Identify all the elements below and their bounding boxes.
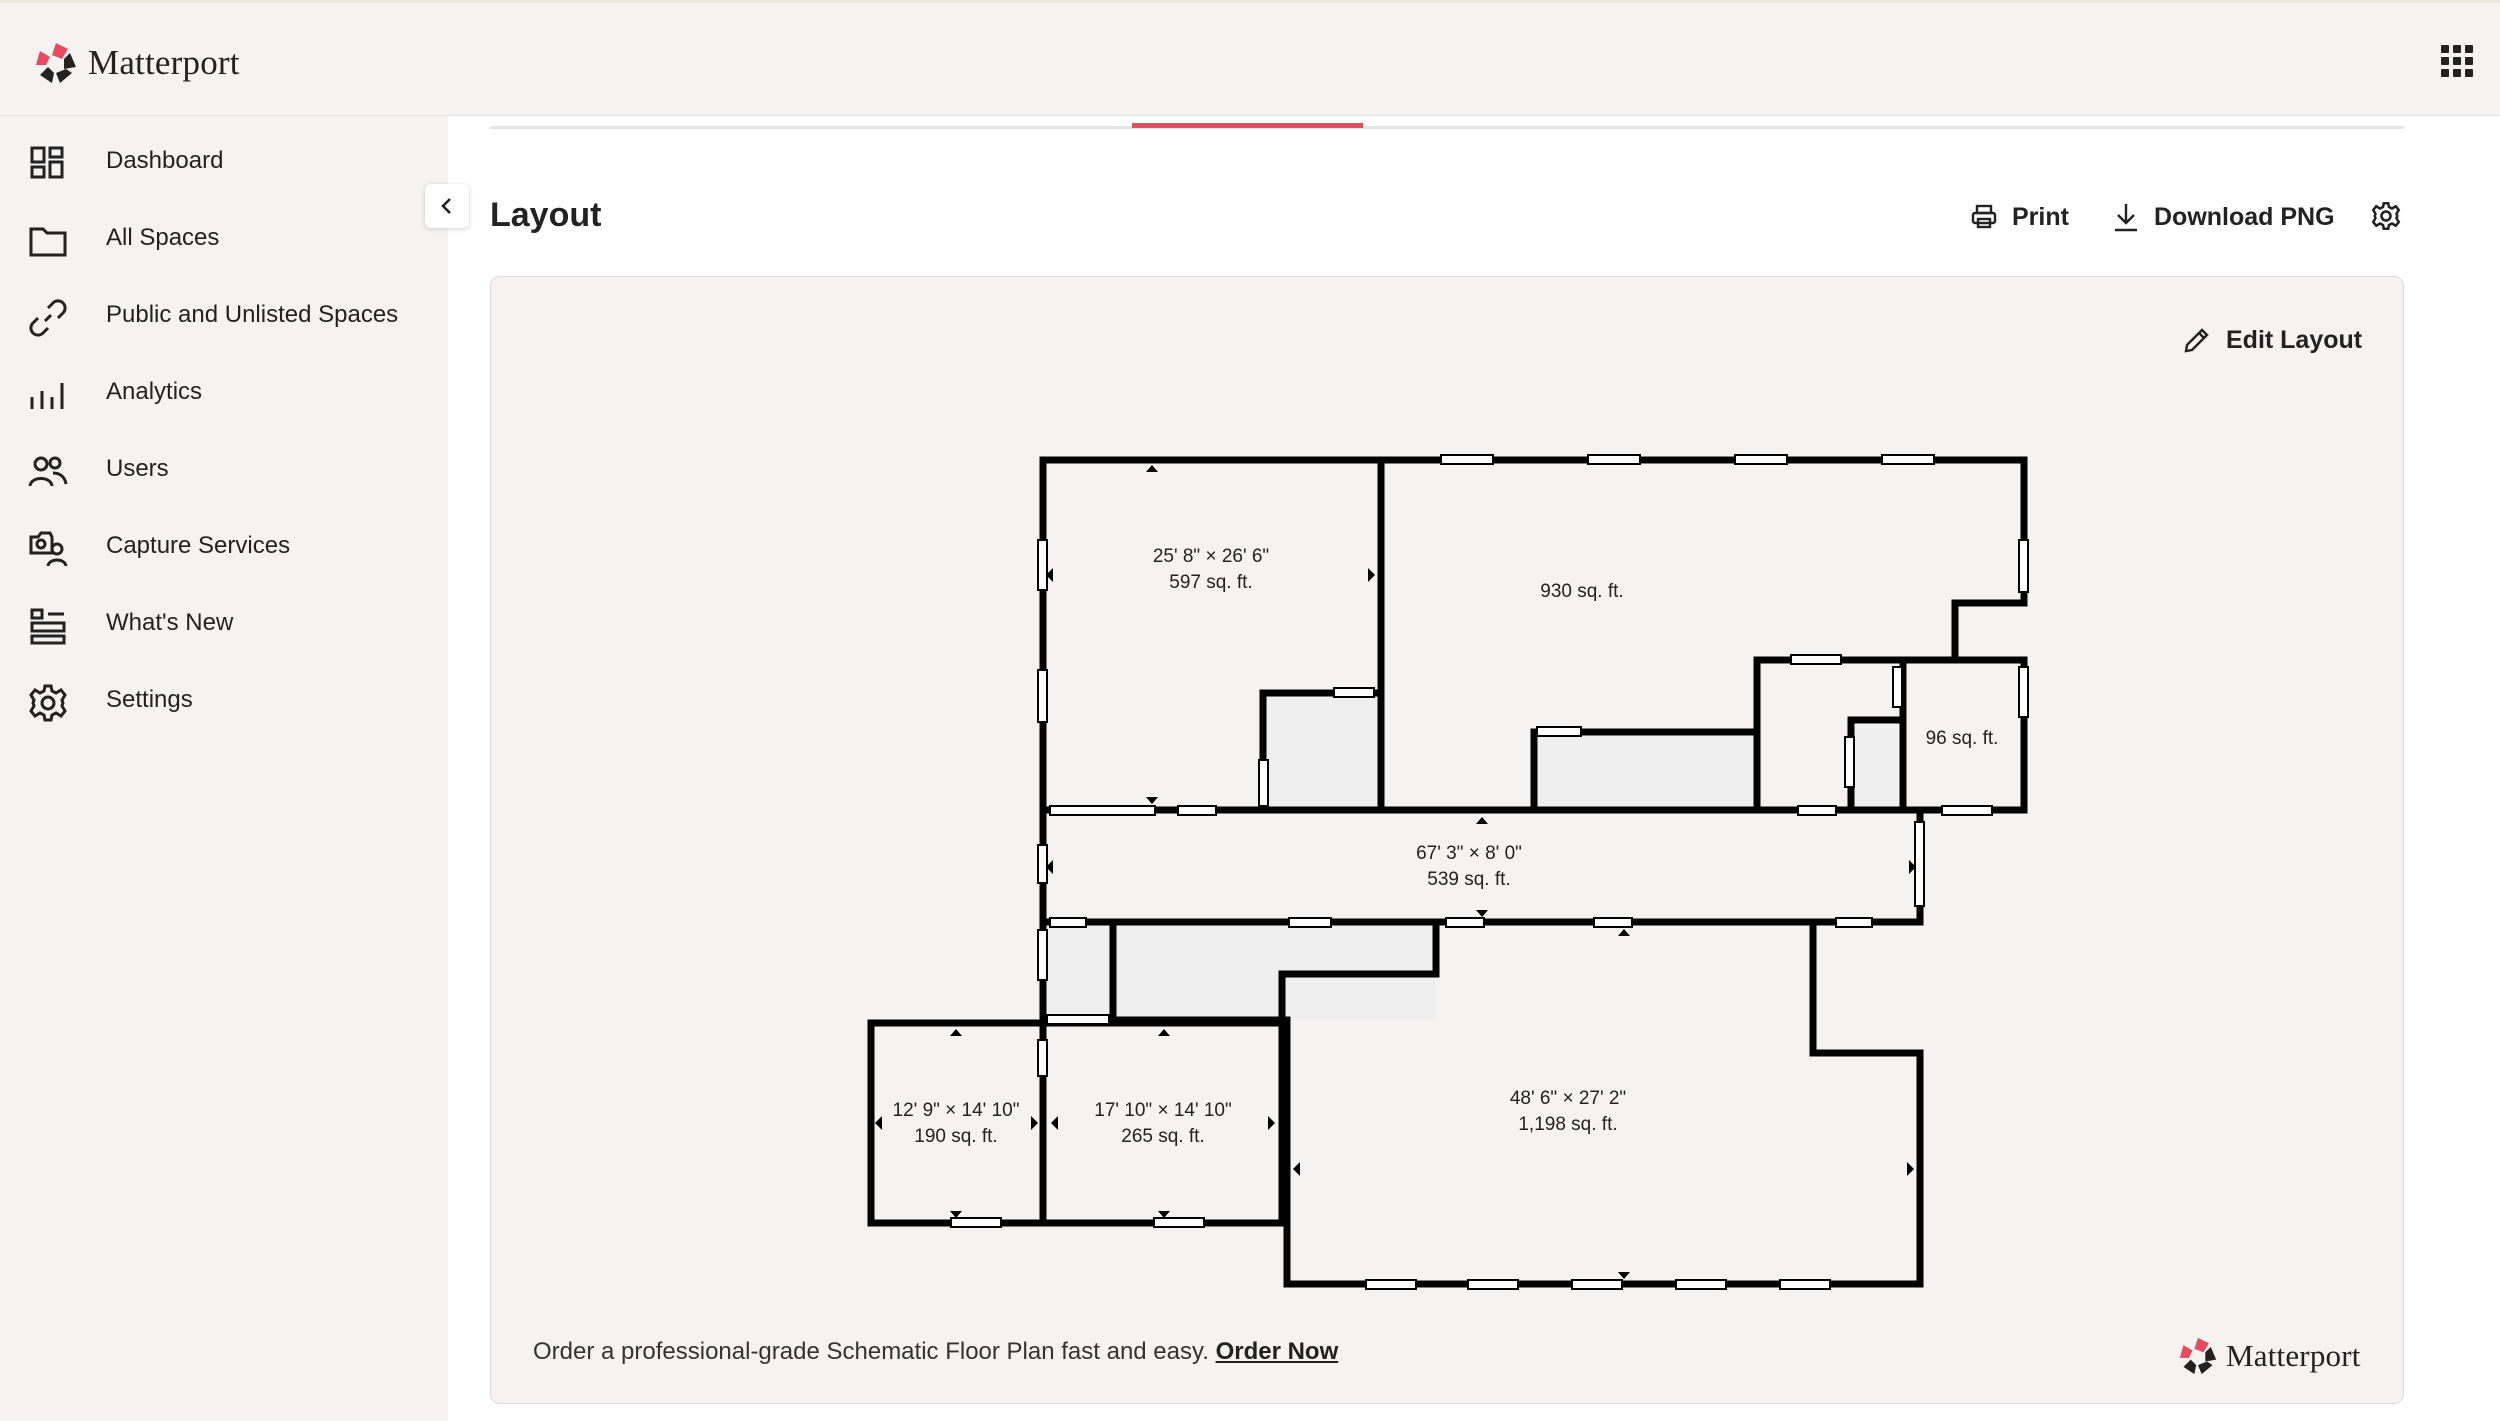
page-title: Layout xyxy=(490,196,602,234)
printer-icon xyxy=(1971,204,1997,229)
sidebar-item-label: Analytics xyxy=(106,378,203,405)
analytics-icon xyxy=(30,383,64,409)
gear-icon xyxy=(29,684,67,722)
top-bar: Matterport xyxy=(0,0,2500,116)
collapse-sidebar-button[interactable] xyxy=(425,184,469,228)
brand-name: Matterport xyxy=(2226,1338,2361,1373)
print-label: Print xyxy=(2012,202,2069,231)
download-png-label: Download PNG xyxy=(2154,202,2335,231)
tab-divider xyxy=(490,126,2404,129)
link-icon xyxy=(29,299,67,337)
sidebar-item-label: Capture Services xyxy=(106,532,291,559)
folder-icon xyxy=(29,227,67,257)
sidebar-item-public-unlisted[interactable]: Public and Unlisted Spaces xyxy=(0,280,448,350)
pencil-icon xyxy=(2184,328,2209,353)
edit-layout-label: Edit Layout xyxy=(2226,325,2363,354)
sidebar-item-capture-services[interactable]: Capture Services xyxy=(0,511,448,581)
sidebar-item-dashboard[interactable]: Dashboard xyxy=(0,126,448,196)
sidebar: Dashboard All Spaces Public and Unlisted… xyxy=(0,116,448,1421)
download-png-button[interactable]: Download PNG xyxy=(2112,197,2335,237)
matterport-logo-icon xyxy=(36,43,76,83)
sidebar-item-settings[interactable]: Settings xyxy=(0,665,448,735)
brand-name: Matterport xyxy=(88,43,240,82)
order-now-link[interactable]: Order Now xyxy=(1216,1338,1339,1365)
sidebar-item-analytics[interactable]: Analytics xyxy=(0,357,448,427)
download-icon xyxy=(2115,204,2137,232)
sidebar-item-label: Settings xyxy=(106,686,193,713)
sidebar-item-label: What's New xyxy=(106,609,234,636)
settings-gear-icon[interactable] xyxy=(2371,201,2401,231)
sidebar-item-label: Dashboard xyxy=(106,147,224,174)
layout-panel xyxy=(490,276,2404,1404)
sidebar-item-label: All Spaces xyxy=(106,224,220,251)
order-floorplan-message: Order a professional-grade Schematic Flo… xyxy=(533,1338,1209,1365)
dashboard-icon xyxy=(30,146,64,179)
matterport-logo-icon xyxy=(2179,1337,2217,1375)
sidebar-item-whats-new[interactable]: What's New xyxy=(0,588,448,658)
print-button[interactable]: Print xyxy=(1970,197,2069,237)
active-tab-indicator xyxy=(1132,123,1363,128)
apps-grid-icon[interactable] xyxy=(2441,45,2473,77)
matterport-footer-logo: Matterport xyxy=(2178,1336,2361,1376)
sidebar-item-users[interactable]: Users xyxy=(0,434,448,504)
sidebar-item-label: Users xyxy=(106,455,169,482)
chevron-left-icon xyxy=(441,198,451,214)
sidebar-item-all-spaces[interactable]: All Spaces xyxy=(0,203,448,273)
whats-new-icon xyxy=(30,608,66,645)
order-floorplan-text: Order a professional-grade Schematic Flo… xyxy=(533,1338,1338,1366)
sidebar-item-label: Public and Unlisted Spaces xyxy=(106,301,399,328)
matterport-logo[interactable]: Matterport xyxy=(34,41,240,85)
edit-layout-button[interactable]: Edit Layout xyxy=(2182,320,2362,360)
capture-services-icon xyxy=(29,531,68,567)
users-icon xyxy=(28,456,68,487)
